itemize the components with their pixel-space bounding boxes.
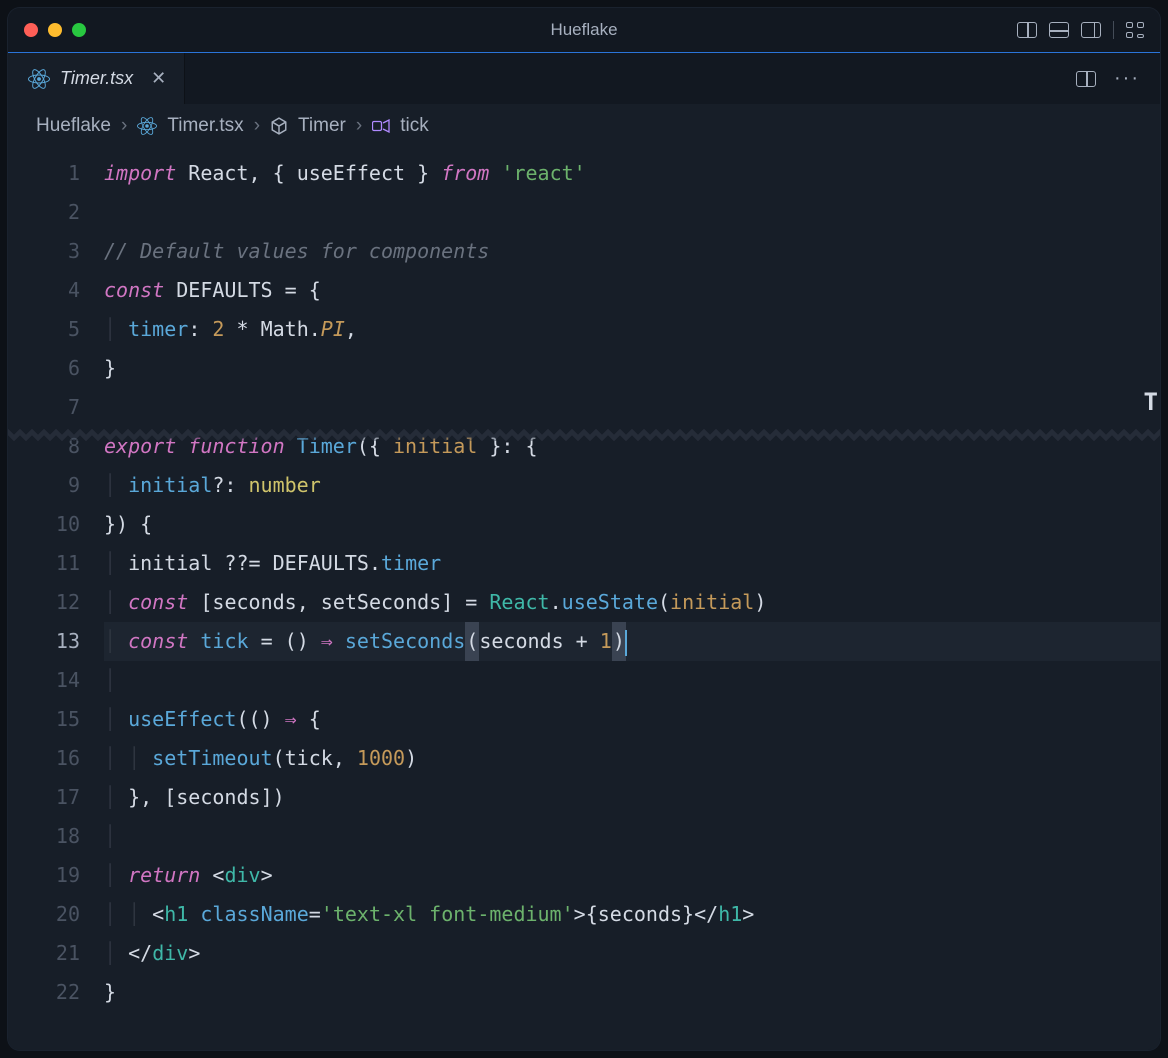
code-fold-separator: [8, 429, 1160, 441]
react-icon: [137, 116, 157, 136]
react-icon: [28, 68, 50, 90]
code-line[interactable]: const DEFAULTS = {: [104, 271, 1160, 310]
line-number: 7: [8, 388, 80, 427]
code-line[interactable]: │ }, [seconds]): [104, 778, 1160, 817]
editor-window: Hueflake Timer.tsx ✕ ··· Hueflake › Ti: [8, 8, 1160, 1050]
line-number: 19: [8, 856, 80, 895]
line-number: 14: [8, 661, 80, 700]
window-close-button[interactable]: [24, 23, 38, 37]
titlebar-layout-controls: [1017, 21, 1144, 39]
chevron-right-icon: ›: [356, 115, 362, 137]
layout-grid-icon[interactable]: [1126, 22, 1144, 38]
code-line[interactable]: }) {: [104, 505, 1160, 544]
line-number: 20: [8, 895, 80, 934]
line-number: 17: [8, 778, 80, 817]
code-line[interactable]: │ const tick = () ⇒ setSeconds(seconds +…: [104, 622, 1160, 661]
window-title: Hueflake: [8, 20, 1160, 40]
symbol-function-icon: [372, 119, 390, 133]
line-number: 16: [8, 739, 80, 778]
panel-bottom-icon[interactable]: [1049, 22, 1069, 38]
line-number: 4: [8, 271, 80, 310]
code-line[interactable]: [104, 388, 1160, 427]
text-cursor: [625, 630, 627, 656]
line-number: 3: [8, 232, 80, 271]
line-number: 5: [8, 310, 80, 349]
code-line[interactable]: │: [104, 661, 1160, 700]
code-line[interactable]: // Default values for components: [104, 232, 1160, 271]
line-number: 12: [8, 583, 80, 622]
code-line[interactable]: │ useEffect(() ⇒ {: [104, 700, 1160, 739]
chevron-right-icon: ›: [254, 115, 260, 137]
titlebar: Hueflake: [8, 8, 1160, 52]
code-line[interactable]: │ initial ??= DEFAULTS.timer: [104, 544, 1160, 583]
breadcrumb-file[interactable]: Timer.tsx: [167, 115, 243, 137]
panel-right-icon[interactable]: [1081, 22, 1101, 38]
code-line[interactable]: │ const [seconds, setSeconds] = React.us…: [104, 583, 1160, 622]
line-number: 9: [8, 466, 80, 505]
tab-label: Timer.tsx: [60, 68, 133, 89]
code-line[interactable]: }: [104, 349, 1160, 388]
code-line[interactable]: │ return <div>: [104, 856, 1160, 895]
code-line[interactable]: │: [104, 817, 1160, 856]
line-number: 15: [8, 700, 80, 739]
more-actions-icon[interactable]: ···: [1114, 67, 1140, 90]
split-editor-icon[interactable]: [1076, 71, 1096, 87]
line-number: 11: [8, 544, 80, 583]
window-minimize-button[interactable]: [48, 23, 62, 37]
tab-timer-tsx[interactable]: Timer.tsx ✕: [8, 53, 185, 104]
code-line[interactable]: │ timer: 2 * Math.PI,: [104, 310, 1160, 349]
traffic-lights: [24, 23, 86, 37]
code-editor[interactable]: 1 2 3 4 5 6 7 8 9 10 11 12 13 14 15 16 1…: [8, 148, 1160, 1050]
breadcrumb-root[interactable]: Hueflake: [36, 115, 111, 137]
line-number: 13: [8, 622, 80, 661]
line-gutter: 1 2 3 4 5 6 7 8 9 10 11 12 13 14 15 16 1…: [8, 148, 104, 1050]
breadcrumb-symbol[interactable]: tick: [400, 115, 429, 137]
line-number: 6: [8, 349, 80, 388]
code-line[interactable]: import React, { useEffect } from 'react': [104, 154, 1160, 193]
line-number: 1: [8, 154, 80, 193]
code-line[interactable]: │ │ setTimeout(tick, 1000): [104, 739, 1160, 778]
tab-close-icon[interactable]: ✕: [151, 68, 166, 89]
line-number: 22: [8, 973, 80, 1012]
code-line[interactable]: │ │ <h1 className='text-xl font-medium'>…: [104, 895, 1160, 934]
tab-bar-actions: ···: [1076, 53, 1160, 104]
tab-bar: Timer.tsx ✕ ···: [8, 52, 1160, 104]
code-line[interactable]: [104, 193, 1160, 232]
panel-left-icon[interactable]: [1017, 22, 1037, 38]
code-area[interactable]: import React, { useEffect } from 'react'…: [104, 148, 1160, 1050]
line-number: 10: [8, 505, 80, 544]
line-number: 2: [8, 193, 80, 232]
code-line[interactable]: │ </div>: [104, 934, 1160, 973]
symbol-module-icon: [270, 117, 288, 135]
divider: [1113, 21, 1114, 39]
overflow-indicator-icon: T: [1144, 388, 1158, 416]
breadcrumb[interactable]: Hueflake › Timer.tsx › Timer › tick: [8, 104, 1160, 148]
chevron-right-icon: ›: [121, 115, 127, 137]
window-maximize-button[interactable]: [72, 23, 86, 37]
code-line[interactable]: │ initial?: number: [104, 466, 1160, 505]
line-number: 18: [8, 817, 80, 856]
code-line[interactable]: }: [104, 973, 1160, 1012]
breadcrumb-symbol[interactable]: Timer: [298, 115, 346, 137]
line-number: 21: [8, 934, 80, 973]
